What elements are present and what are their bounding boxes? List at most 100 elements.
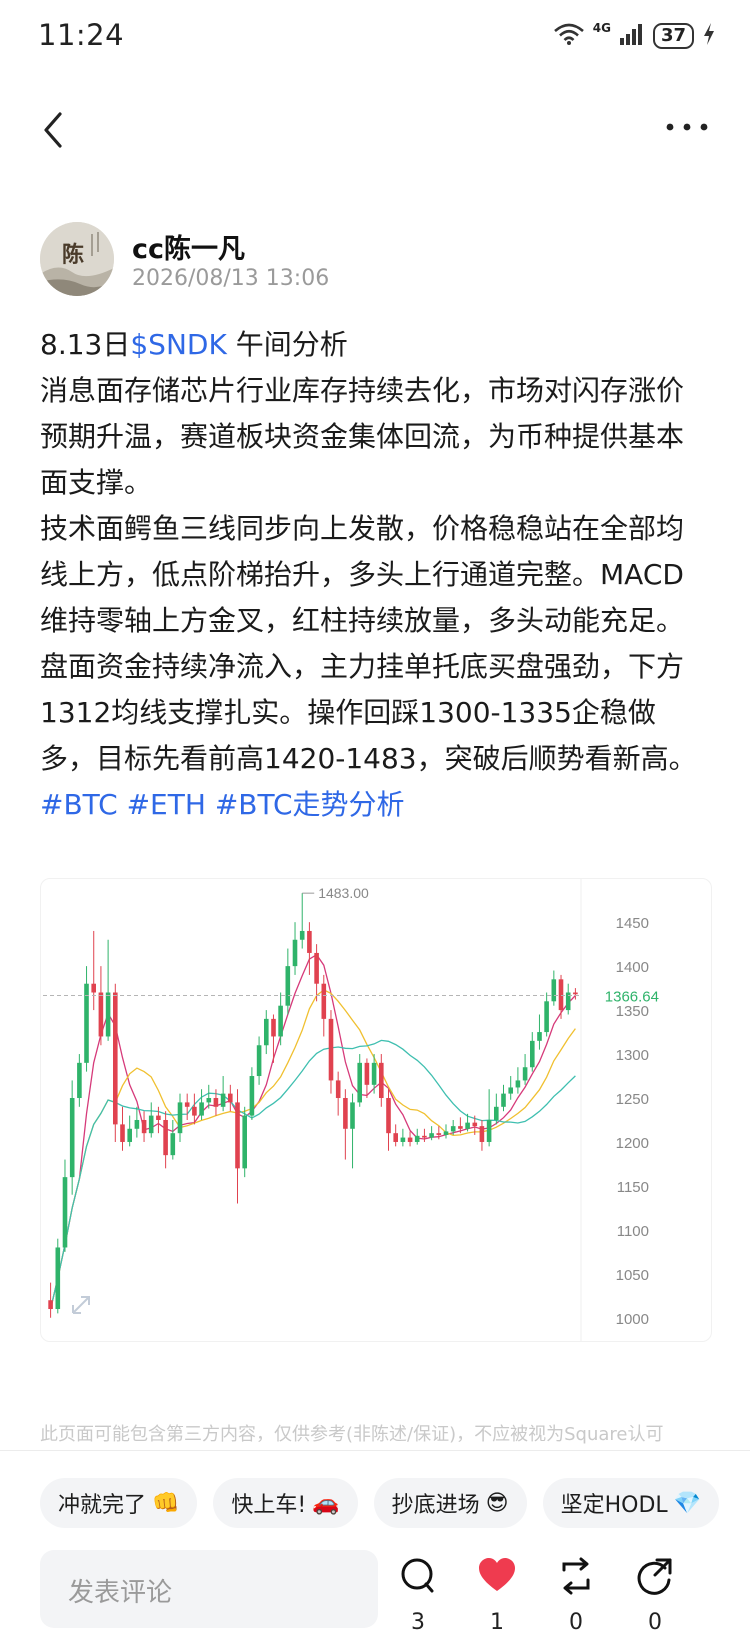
candle-body: [479, 1126, 485, 1142]
y-tick-label: 1400: [616, 959, 649, 976]
disclaimer: 此页面可能包含第三方内容，仅供参考(非陈述/保证)，不应被视为Square认可: [40, 1424, 664, 1444]
expand-icon[interactable]: [72, 1296, 90, 1314]
candle-body: [407, 1137, 413, 1142]
post-paragraph-1: 消息面存储芯片行业库存持续去化，市场对闪存涨价预期升温，赛道板块资金集体回流，为…: [40, 374, 685, 499]
comment-icon: [401, 1558, 434, 1593]
current-price-label: 1366.64: [605, 988, 659, 1005]
repost-button[interactable]: 0: [541, 1556, 611, 1640]
post-title-prefix: 8.13日: [40, 328, 131, 361]
y-tick-label: 1200: [616, 1135, 649, 1152]
comment-input[interactable]: 发表评论: [40, 1550, 378, 1628]
candle-body: [551, 979, 557, 1002]
comment-button[interactable]: 3: [383, 1556, 453, 1640]
like-button[interactable]: 1: [462, 1556, 532, 1640]
candle-body: [285, 966, 291, 1006]
post-date: 2026/08/13 13:06: [132, 266, 330, 291]
candle-body: [508, 1087, 513, 1094]
divider: [0, 1450, 750, 1451]
status-bar: 11:24 4G 37: [0, 0, 750, 76]
share-count: 0: [648, 1610, 662, 1635]
candle-body: [414, 1135, 420, 1142]
candle-body: [537, 1032, 542, 1041]
y-tick-label: 1450: [616, 915, 649, 932]
candle-body: [271, 1018, 276, 1037]
candle-body: [206, 1098, 212, 1103]
car-icon: 🚗: [312, 1490, 340, 1516]
candle-body: [443, 1131, 449, 1135]
tag-link[interactable]: #ETH: [127, 788, 206, 821]
share-icon: [637, 1558, 672, 1595]
candle-body: [163, 1119, 168, 1156]
candle-body: [91, 983, 96, 993]
post-paragraph-3-wrap: 盘面资金持续净流入，主力挂单托底买盘强劲，下方1312均线支撑扎实。操作回踩13…: [40, 644, 710, 828]
quick-reply-chip[interactable]: 坚定HODL 💎: [542, 1478, 720, 1528]
status-time: 11:24: [38, 18, 125, 52]
back-button[interactable]: [34, 108, 78, 152]
y-tick-label: 1250: [616, 1091, 649, 1108]
candle-body: [69, 1098, 75, 1178]
share-button[interactable]: 0: [620, 1556, 690, 1640]
candle-body: [148, 1115, 154, 1134]
repost-count: 0: [569, 1610, 583, 1635]
candle-body: [228, 1093, 233, 1103]
candle-body: [98, 992, 104, 1037]
candle-body: [141, 1119, 147, 1134]
quick-reply-chip[interactable]: 抄底进场 😎: [373, 1478, 527, 1528]
candle-body: [55, 1247, 61, 1310]
candle-body: [371, 1062, 377, 1085]
price-chart[interactable]: 1450 1400 1350 1300 1250 1200 1150 1100 1050 1000…: [40, 878, 712, 1342]
author-name[interactable]: cc陈一凡: [132, 227, 245, 266]
candle-body: [522, 1067, 528, 1081]
avatar[interactable]: 陈: [40, 222, 114, 296]
candle-body: [242, 1115, 247, 1169]
comment-placeholder: 发表评论: [68, 1578, 173, 1608]
candle-body: [558, 979, 564, 1011]
candle-body: [199, 1102, 204, 1116]
candlestick-chart: 1450 1400 1350 1300 1250 1200 1150 1100 1050 1000…: [43, 879, 659, 1341]
candle-body: [156, 1115, 161, 1120]
y-tick-label: 1000: [616, 1311, 649, 1328]
charging-icon: [702, 22, 716, 50]
candle-body: [264, 1018, 269, 1046]
tag-link[interactable]: #BTC: [40, 788, 118, 821]
candle-body: [530, 1040, 535, 1068]
sunglasses-icon: 😎: [485, 1490, 509, 1516]
post-paragraph-3: 盘面资金持续净流入，主力挂单托底买盘强劲，下方1312均线支撑扎实。操作回踩13…: [40, 650, 697, 775]
candle-body: [77, 1062, 82, 1099]
status-icons: 4G 37: [553, 21, 716, 50]
candle-body: [321, 983, 327, 1019]
candle-body: [501, 1093, 506, 1107]
post-paragraph-2: 技术面鳄鱼三线同步向上发散，价格稳稳站在全部均线上方，低点阶梯抬升，多头上行通道…: [40, 512, 685, 637]
comment-count: 3: [411, 1610, 425, 1635]
heart-icon: [479, 1558, 515, 1591]
candle-body: [314, 952, 319, 984]
y-tick-label: 1350: [616, 1003, 649, 1020]
chevron-left-icon: [44, 112, 62, 148]
chip-label: 快上车!: [231, 1493, 307, 1518]
chip-label: 坚定HODL: [560, 1493, 668, 1518]
post-title-suffix: 午间分析: [226, 328, 348, 361]
quick-reply-row: 冲就完了 👊 快上车! 🚗 抄底进场 😎 坚定HODL 💎: [40, 1478, 750, 1532]
fist-icon: 👊: [152, 1490, 180, 1516]
high-label: 1483.00: [318, 885, 369, 901]
tag-link[interactable]: #BTC走势分析: [215, 788, 405, 821]
candle-body: [328, 1018, 334, 1081]
candle-body: [48, 1300, 53, 1310]
y-tick-label: 1300: [616, 1047, 649, 1064]
quick-reply-chip[interactable]: 快上车! 🚗: [213, 1478, 358, 1528]
candle-body: [256, 1045, 262, 1077]
candle-body: [120, 1124, 125, 1142]
ticker-link[interactable]: $SNDK: [130, 328, 226, 361]
candle-body: [386, 1098, 391, 1134]
y-tick-label: 1150: [617, 1179, 649, 1196]
quick-reply-chip[interactable]: 冲就完了 👊: [40, 1478, 198, 1528]
candle-body: [436, 1133, 442, 1135]
more-button[interactable]: [664, 112, 710, 142]
candle-body: [105, 992, 111, 1037]
post-title: 8.13日$SNDK 午间分析: [40, 322, 710, 368]
candle-body: [184, 1102, 190, 1107]
candle-body: [544, 1001, 549, 1033]
signal-icon: [619, 22, 645, 50]
more-dots-icon: [666, 123, 708, 131]
candle-body: [62, 1177, 68, 1248]
